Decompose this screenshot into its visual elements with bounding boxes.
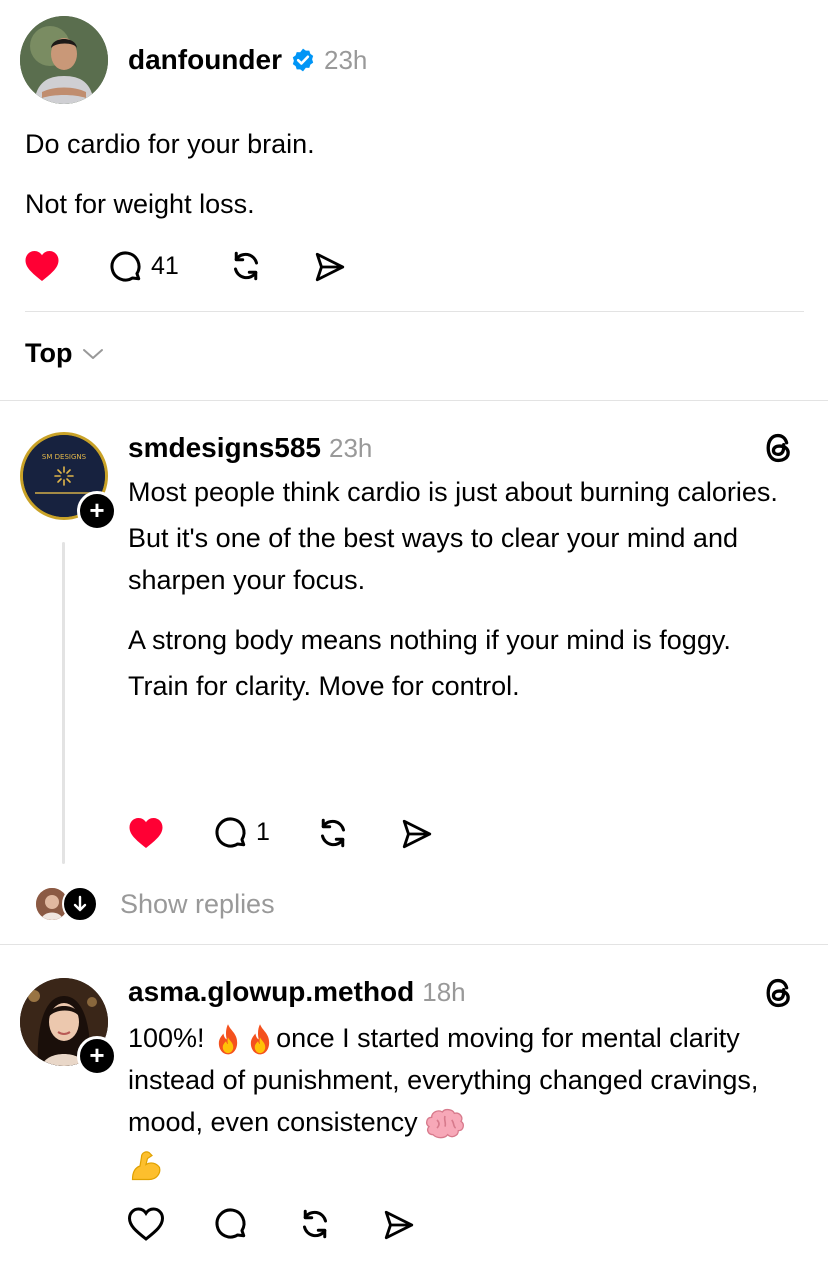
- like-button[interactable]: [127, 1207, 165, 1246]
- like-button[interactable]: [128, 816, 164, 855]
- comment-button[interactable]: [213, 815, 249, 856]
- like-button[interactable]: [24, 249, 60, 288]
- comment-button[interactable]: [213, 1206, 249, 1247]
- verified-badge-icon: [292, 48, 314, 72]
- brain-emoji: [426, 1108, 465, 1139]
- heart-icon: [25, 251, 59, 281]
- threads-logo-button[interactable]: [762, 975, 796, 1016]
- share-button[interactable]: [399, 817, 435, 856]
- svg-text:SM DESIGNS: SM DESIGNS: [42, 453, 87, 461]
- comment-count: 41: [151, 252, 179, 280]
- share-icon: [384, 1210, 414, 1240]
- show-replies-button[interactable]: Show replies: [34, 886, 275, 922]
- post-time: 23h: [324, 44, 368, 75]
- heart-icon: [129, 818, 163, 848]
- show-replies-label: Show replies: [120, 888, 275, 919]
- comment-icon: [215, 817, 246, 848]
- section-divider: [0, 400, 828, 401]
- reply-paragraph: A strong body means nothing if your mind…: [128, 625, 731, 655]
- comment-count: 1: [256, 818, 270, 846]
- flexed-biceps-emoji: [131, 1151, 161, 1180]
- threads-logo-button[interactable]: [762, 430, 796, 471]
- post-username[interactable]: danfounder: [128, 44, 282, 76]
- repost-button[interactable]: [297, 1206, 333, 1247]
- comment-button[interactable]: [108, 249, 144, 290]
- fire-emoji: [250, 1024, 270, 1055]
- repost-icon: [321, 818, 345, 848]
- reply-text-part: 100%!: [128, 1023, 213, 1053]
- sort-label: Top: [25, 338, 73, 368]
- threads-icon: [766, 433, 790, 463]
- post-divider: [25, 311, 804, 312]
- share-button[interactable]: [381, 1208, 417, 1247]
- post-text-line-2: Not for weight loss.: [25, 189, 255, 219]
- share-button[interactable]: [312, 250, 348, 289]
- avatar[interactable]: [20, 16, 108, 104]
- reply-username[interactable]: asma.glowup.method: [128, 976, 414, 1008]
- repost-button[interactable]: [315, 815, 351, 856]
- arrow-down-icon: [62, 886, 98, 922]
- share-icon: [315, 252, 345, 282]
- thread-line: [62, 542, 65, 864]
- reply-time: 18h: [422, 976, 466, 1007]
- post-text-line-1: Do cardio for your brain.: [25, 129, 315, 159]
- reply-username[interactable]: smdesigns585: [128, 432, 321, 464]
- repost-icon: [234, 251, 258, 281]
- section-divider: [0, 944, 828, 945]
- share-icon: [402, 819, 432, 849]
- comment-icon: [215, 1208, 246, 1239]
- reply-paragraph: Most people think cardio is just about b…: [128, 477, 778, 507]
- sort-dropdown[interactable]: Top: [25, 338, 104, 369]
- repost-icon: [303, 1209, 327, 1239]
- reply-paragraph: Train for clarity. Move for control.: [128, 671, 520, 701]
- heart-icon: [127, 1207, 165, 1241]
- threads-icon: [766, 978, 790, 1008]
- chevron-down-icon: [83, 348, 104, 359]
- follow-button[interactable]: +: [77, 491, 117, 531]
- reply-text: 100%! once I started moving for mental c…: [128, 1017, 788, 1185]
- reply-paragraph: But it's one of the best ways to clear y…: [128, 523, 738, 595]
- follow-button[interactable]: +: [77, 1036, 117, 1076]
- comment-icon: [110, 251, 141, 282]
- fire-emoji: [218, 1024, 238, 1055]
- avatar-photo: [20, 16, 108, 104]
- repost-button[interactable]: [228, 248, 264, 289]
- reply-time: 23h: [329, 432, 373, 463]
